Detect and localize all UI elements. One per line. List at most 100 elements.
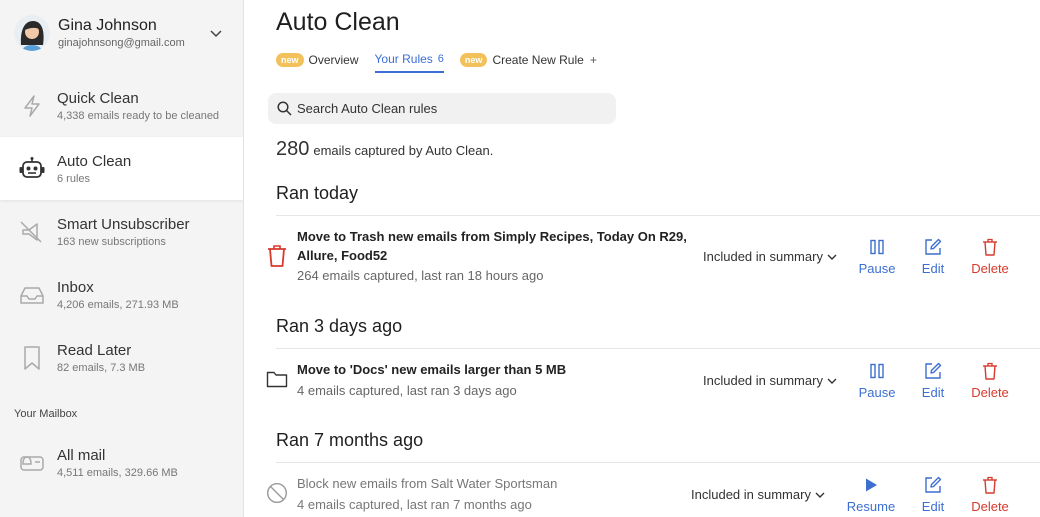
tab-overview[interactable]: new Overview (276, 53, 359, 72)
chevron-down-icon (815, 492, 825, 498)
pause-button[interactable]: Pause (847, 361, 907, 400)
group-title: Ran 3 days ago (276, 316, 403, 336)
sidebar-item-read-later[interactable]: Read Later 82 emails, 7.3 MB (0, 326, 243, 389)
inbox-icon (18, 281, 46, 309)
sidebar: Gina Johnson ginajohnsong@gmail.com Quic… (0, 0, 244, 517)
bookmark-icon (18, 344, 46, 372)
section-label: Your Mailbox (14, 408, 78, 420)
trash-icon (266, 244, 288, 267)
rule-subtitle: 4 emails captured, last ran 3 days ago (297, 383, 517, 398)
mailbox-icon (18, 449, 46, 477)
edit-label: Edit (921, 385, 945, 400)
new-badge: new (276, 53, 304, 67)
sidebar-item-subtitle: 6 rules (57, 172, 91, 185)
trash-icon (960, 361, 1020, 381)
sidebar-item-all-mail[interactable]: All mail 4,511 emails, 329.66 MB (0, 431, 243, 494)
edit-button[interactable]: Edit (903, 475, 963, 514)
captured-summary: 280 emails captured by Auto Clean. (276, 138, 493, 161)
rule-title: Block new emails from Salt Water Sportsm… (297, 476, 558, 491)
captured-count: 280 (276, 138, 310, 160)
account-name: Gina Johnson (58, 17, 157, 34)
trash-icon (960, 237, 1020, 257)
summary-dropdown[interactable]: Included in summary (703, 373, 837, 388)
lightning-icon (18, 92, 46, 120)
edit-icon (903, 361, 963, 381)
summary-label: Included in summary (691, 487, 811, 502)
edit-icon (903, 237, 963, 257)
block-icon (266, 482, 288, 504)
tab-label: Overview (308, 53, 359, 67)
rule-subtitle: 4 emails captured, last ran 7 months ago (297, 497, 532, 512)
main-content: Auto Clean new Overview Your Rules 6 new… (244, 0, 1040, 517)
summary-label: Included in summary (703, 249, 823, 264)
sidebar-item-title: Quick Clean (57, 89, 139, 107)
rule-row: Move to 'Docs' new emails larger than 5 … (266, 348, 1040, 420)
trash-icon (960, 475, 1020, 495)
sidebar-item-quick-clean[interactable]: Quick Clean 4,338 emails ready to be cle… (0, 74, 243, 137)
edit-label: Edit (921, 261, 945, 276)
sidebar-item-title: Inbox (57, 278, 94, 296)
sidebar-item-smart-unsubscriber[interactable]: Smart Unsubscriber 163 new subscriptions (0, 200, 243, 263)
tab-label: Create New Rule (492, 53, 584, 67)
unsubscribe-icon (18, 218, 46, 246)
sidebar-item-subtitle: 4,511 emails, 329.66 MB (57, 466, 178, 479)
delete-button[interactable]: Delete (960, 237, 1020, 276)
search-bar[interactable] (268, 93, 616, 124)
edit-label: Edit (921, 499, 945, 514)
page-title: Auto Clean (276, 8, 400, 36)
play-icon (841, 475, 901, 495)
resume-button[interactable]: Resume (841, 475, 901, 514)
delete-button[interactable]: Delete (960, 475, 1020, 514)
resume-label: Resume (846, 499, 896, 514)
summary-dropdown[interactable]: Included in summary (691, 487, 825, 502)
account-email: ginajohnsong@gmail.com (58, 37, 185, 49)
summary-dropdown[interactable]: Included in summary (703, 249, 837, 264)
pause-button[interactable]: Pause (847, 237, 907, 276)
pause-icon (847, 237, 907, 257)
rule-subtitle: 264 emails captured, last ran 18 hours a… (297, 268, 544, 283)
pause-label: Pause (858, 385, 896, 400)
sidebar-item-inbox[interactable]: Inbox 4,206 emails, 271.93 MB (0, 263, 243, 326)
sidebar-item-title: All mail (57, 446, 106, 464)
sidebar-item-subtitle: 4,338 emails ready to be cleaned (57, 109, 220, 122)
sidebar-item-subtitle: 4,206 emails, 271.93 MB (57, 298, 179, 311)
rule-row: Move to Trash new emails from Simply Rec… (268, 215, 1040, 300)
new-badge: new (459, 53, 488, 67)
pause-icon (847, 361, 907, 381)
tab-your-rules[interactable]: Your Rules 6 (374, 52, 444, 73)
sidebar-item-title: Smart Unsubscriber (57, 215, 190, 233)
sidebar-item-title: Read Later (57, 341, 132, 359)
sidebar-item-subtitle: 163 new subscriptions (57, 235, 166, 248)
plus-icon: + (589, 53, 597, 67)
pause-label: Pause (858, 261, 896, 276)
rule-title: Move to 'Docs' new emails larger than 5 … (297, 362, 567, 377)
group-title: Ran 7 months ago (276, 430, 424, 450)
rule-row: Block new emails from Salt Water Sportsm… (266, 462, 1040, 517)
captured-text: emails captured by Auto Clean. (313, 143, 494, 158)
delete-button[interactable]: Delete (960, 361, 1020, 400)
edit-button[interactable]: Edit (903, 361, 963, 400)
delete-label: Delete (971, 385, 1009, 400)
chevron-down-icon[interactable] (209, 26, 223, 40)
folder-icon (266, 369, 288, 391)
delete-label: Delete (971, 261, 1009, 276)
search-icon (277, 101, 292, 116)
sidebar-item-subtitle: 82 emails, 7.3 MB (57, 361, 146, 374)
edit-button[interactable]: Edit (903, 237, 963, 276)
robot-icon (18, 155, 46, 183)
rule-title: Move to Trash new emails from Simply Rec… (297, 229, 687, 263)
tab-create-new-rule[interactable]: new Create New Rule + (459, 53, 597, 72)
chevron-down-icon (827, 254, 837, 260)
delete-label: Delete (971, 499, 1009, 514)
sidebar-item-auto-clean[interactable]: Auto Clean 6 rules (0, 137, 243, 200)
avatar (14, 15, 50, 51)
search-input[interactable] (297, 101, 597, 116)
chevron-down-icon (827, 378, 837, 384)
group-title: Ran today (276, 183, 359, 203)
account-switcher[interactable]: Gina Johnson ginajohnsong@gmail.com (0, 0, 243, 66)
tab-count: 6 (437, 53, 444, 65)
summary-label: Included in summary (703, 373, 823, 388)
tab-bar: new Overview Your Rules 6 new Create New… (276, 52, 613, 73)
tab-label: Your Rules (374, 52, 433, 66)
edit-icon (903, 475, 963, 495)
